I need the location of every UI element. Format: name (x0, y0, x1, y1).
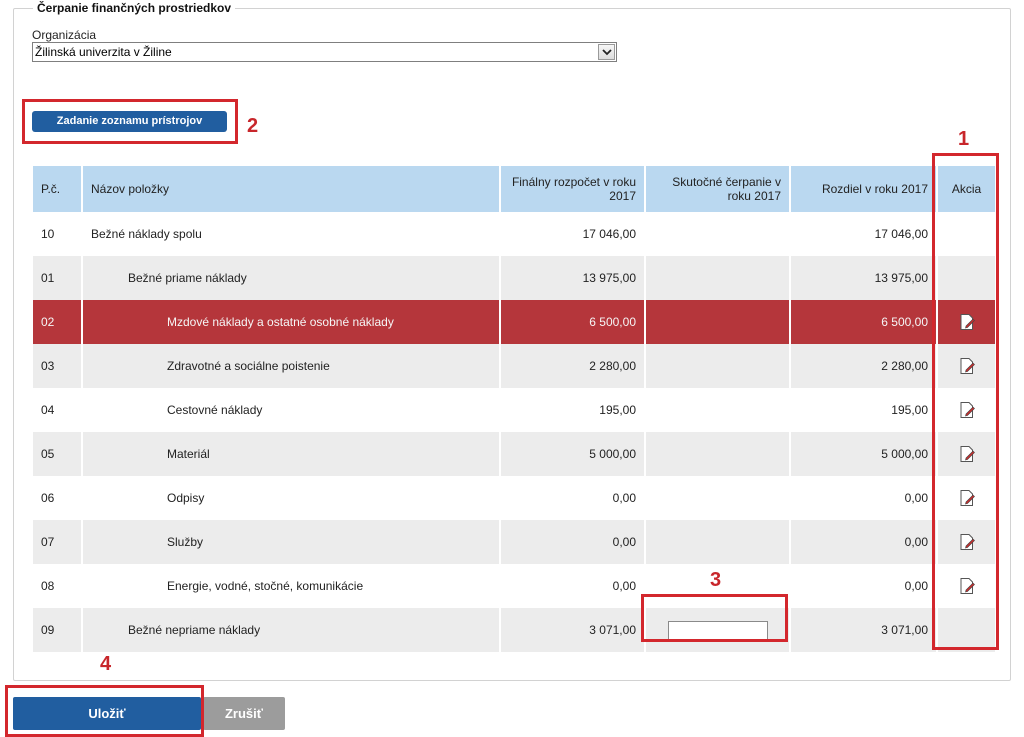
row-actual (646, 256, 789, 300)
cancel-button[interactable]: Zrušiť (203, 697, 285, 730)
row-diff: 5 000,00 (791, 432, 936, 476)
row-actual (646, 432, 789, 476)
annotation-box-1 (932, 153, 999, 650)
row-budget: 3 071,00 (501, 608, 644, 652)
row-name: Mzdové náklady a ostatné osobné náklady (83, 300, 499, 344)
table-row: 06 Odpisy 0,00 0,00 (33, 476, 995, 520)
row-budget: 0,00 (501, 476, 644, 520)
row-pc: 07 (33, 520, 81, 564)
annotation-box-4 (5, 685, 204, 737)
row-actual (646, 344, 789, 388)
header-pc: P.č. (33, 166, 81, 212)
header-actual: Skutočné čerpanie v roku 2017 (646, 166, 789, 212)
table-row: 01 Bežné priame náklady 13 975,00 13 975… (33, 256, 995, 300)
table-row: 05 Materiál 5 000,00 5 000,00 (33, 432, 995, 476)
row-budget: 13 975,00 (501, 256, 644, 300)
header-diff: Rozdiel v roku 2017 (791, 166, 936, 212)
row-name: Energie, vodné, stočné, komunikácie (83, 564, 499, 608)
row-pc: 10 (33, 212, 81, 256)
row-name: Bežné náklady spolu (83, 212, 499, 256)
organization-select[interactable]: Žilinská univerzita v Žiline (32, 42, 617, 62)
row-pc: 02 (33, 300, 81, 344)
row-diff: 17 046,00 (791, 212, 936, 256)
annotation-number-3: 3 (710, 569, 722, 591)
row-budget: 0,00 (501, 564, 644, 608)
table-row: 07 Služby 0,00 0,00 (33, 520, 995, 564)
row-diff: 2 280,00 (791, 344, 936, 388)
row-pc: 05 (33, 432, 81, 476)
row-name: Služby (83, 520, 499, 564)
row-actual (646, 388, 789, 432)
annotation-number-4: 4 (100, 653, 112, 675)
row-pc: 01 (33, 256, 81, 300)
row-diff: 195,00 (791, 388, 936, 432)
annotation-box-3 (641, 594, 788, 642)
row-budget: 0,00 (501, 520, 644, 564)
row-pc: 03 (33, 344, 81, 388)
row-budget: 5 000,00 (501, 432, 644, 476)
row-diff: 0,00 (791, 564, 936, 608)
row-actual (646, 212, 789, 256)
row-budget: 195,00 (501, 388, 644, 432)
organization-selected-value: Žilinská univerzita v Žiline (35, 45, 172, 59)
row-diff: 3 071,00 (791, 608, 936, 652)
annotation-box-2 (22, 99, 238, 144)
header-budget: Finálny rozpočet v roku 2017 (501, 166, 644, 212)
table-row: 04 Cestovné náklady 195,00 195,00 (33, 388, 995, 432)
row-budget: 6 500,00 (501, 300, 644, 344)
row-diff: 0,00 (791, 476, 936, 520)
row-pc: 04 (33, 388, 81, 432)
table-row-selected[interactable]: 02 Mzdové náklady a ostatné osobné nákla… (33, 300, 995, 344)
row-name: Zdravotné a sociálne poistenie (83, 344, 499, 388)
header-name: Názov položky (83, 166, 499, 212)
row-diff: 6 500,00 (791, 300, 936, 344)
financing-table: P.č. Názov položky Finálny rozpočet v ro… (31, 166, 997, 652)
table-row: 08 Energie, vodné, stočné, komunikácie 0… (33, 564, 995, 608)
table-header-row: P.č. Názov položky Finálny rozpočet v ro… (33, 166, 995, 212)
row-diff: 13 975,00 (791, 256, 936, 300)
row-pc: 06 (33, 476, 81, 520)
organization-label: Organizácia (32, 28, 97, 42)
row-actual (646, 300, 789, 344)
table-row: 10 Bežné náklady spolu 17 046,00 17 046,… (33, 212, 995, 256)
annotation-number-2: 2 (247, 115, 259, 137)
row-budget: 2 280,00 (501, 344, 644, 388)
row-name: Bežné priame náklady (83, 256, 499, 300)
section-title: Čerpanie finančných prostriedkov (33, 0, 236, 16)
table-row: 03 Zdravotné a sociálne poistenie 2 280,… (33, 344, 995, 388)
row-actual (646, 520, 789, 564)
row-pc: 08 (33, 564, 81, 608)
row-name: Cestovné náklady (83, 388, 499, 432)
chevron-down-icon[interactable] (598, 44, 615, 60)
row-name: Odpisy (83, 476, 499, 520)
row-name: Bežné nepriame náklady (83, 608, 499, 652)
annotation-number-1: 1 (958, 128, 970, 150)
row-pc: 09 (33, 608, 81, 652)
row-diff: 0,00 (791, 520, 936, 564)
table-row: 09 Bežné nepriame náklady 3 071,00 3 071… (33, 608, 995, 652)
row-actual (646, 476, 789, 520)
row-name: Materiál (83, 432, 499, 476)
row-budget: 17 046,00 (501, 212, 644, 256)
